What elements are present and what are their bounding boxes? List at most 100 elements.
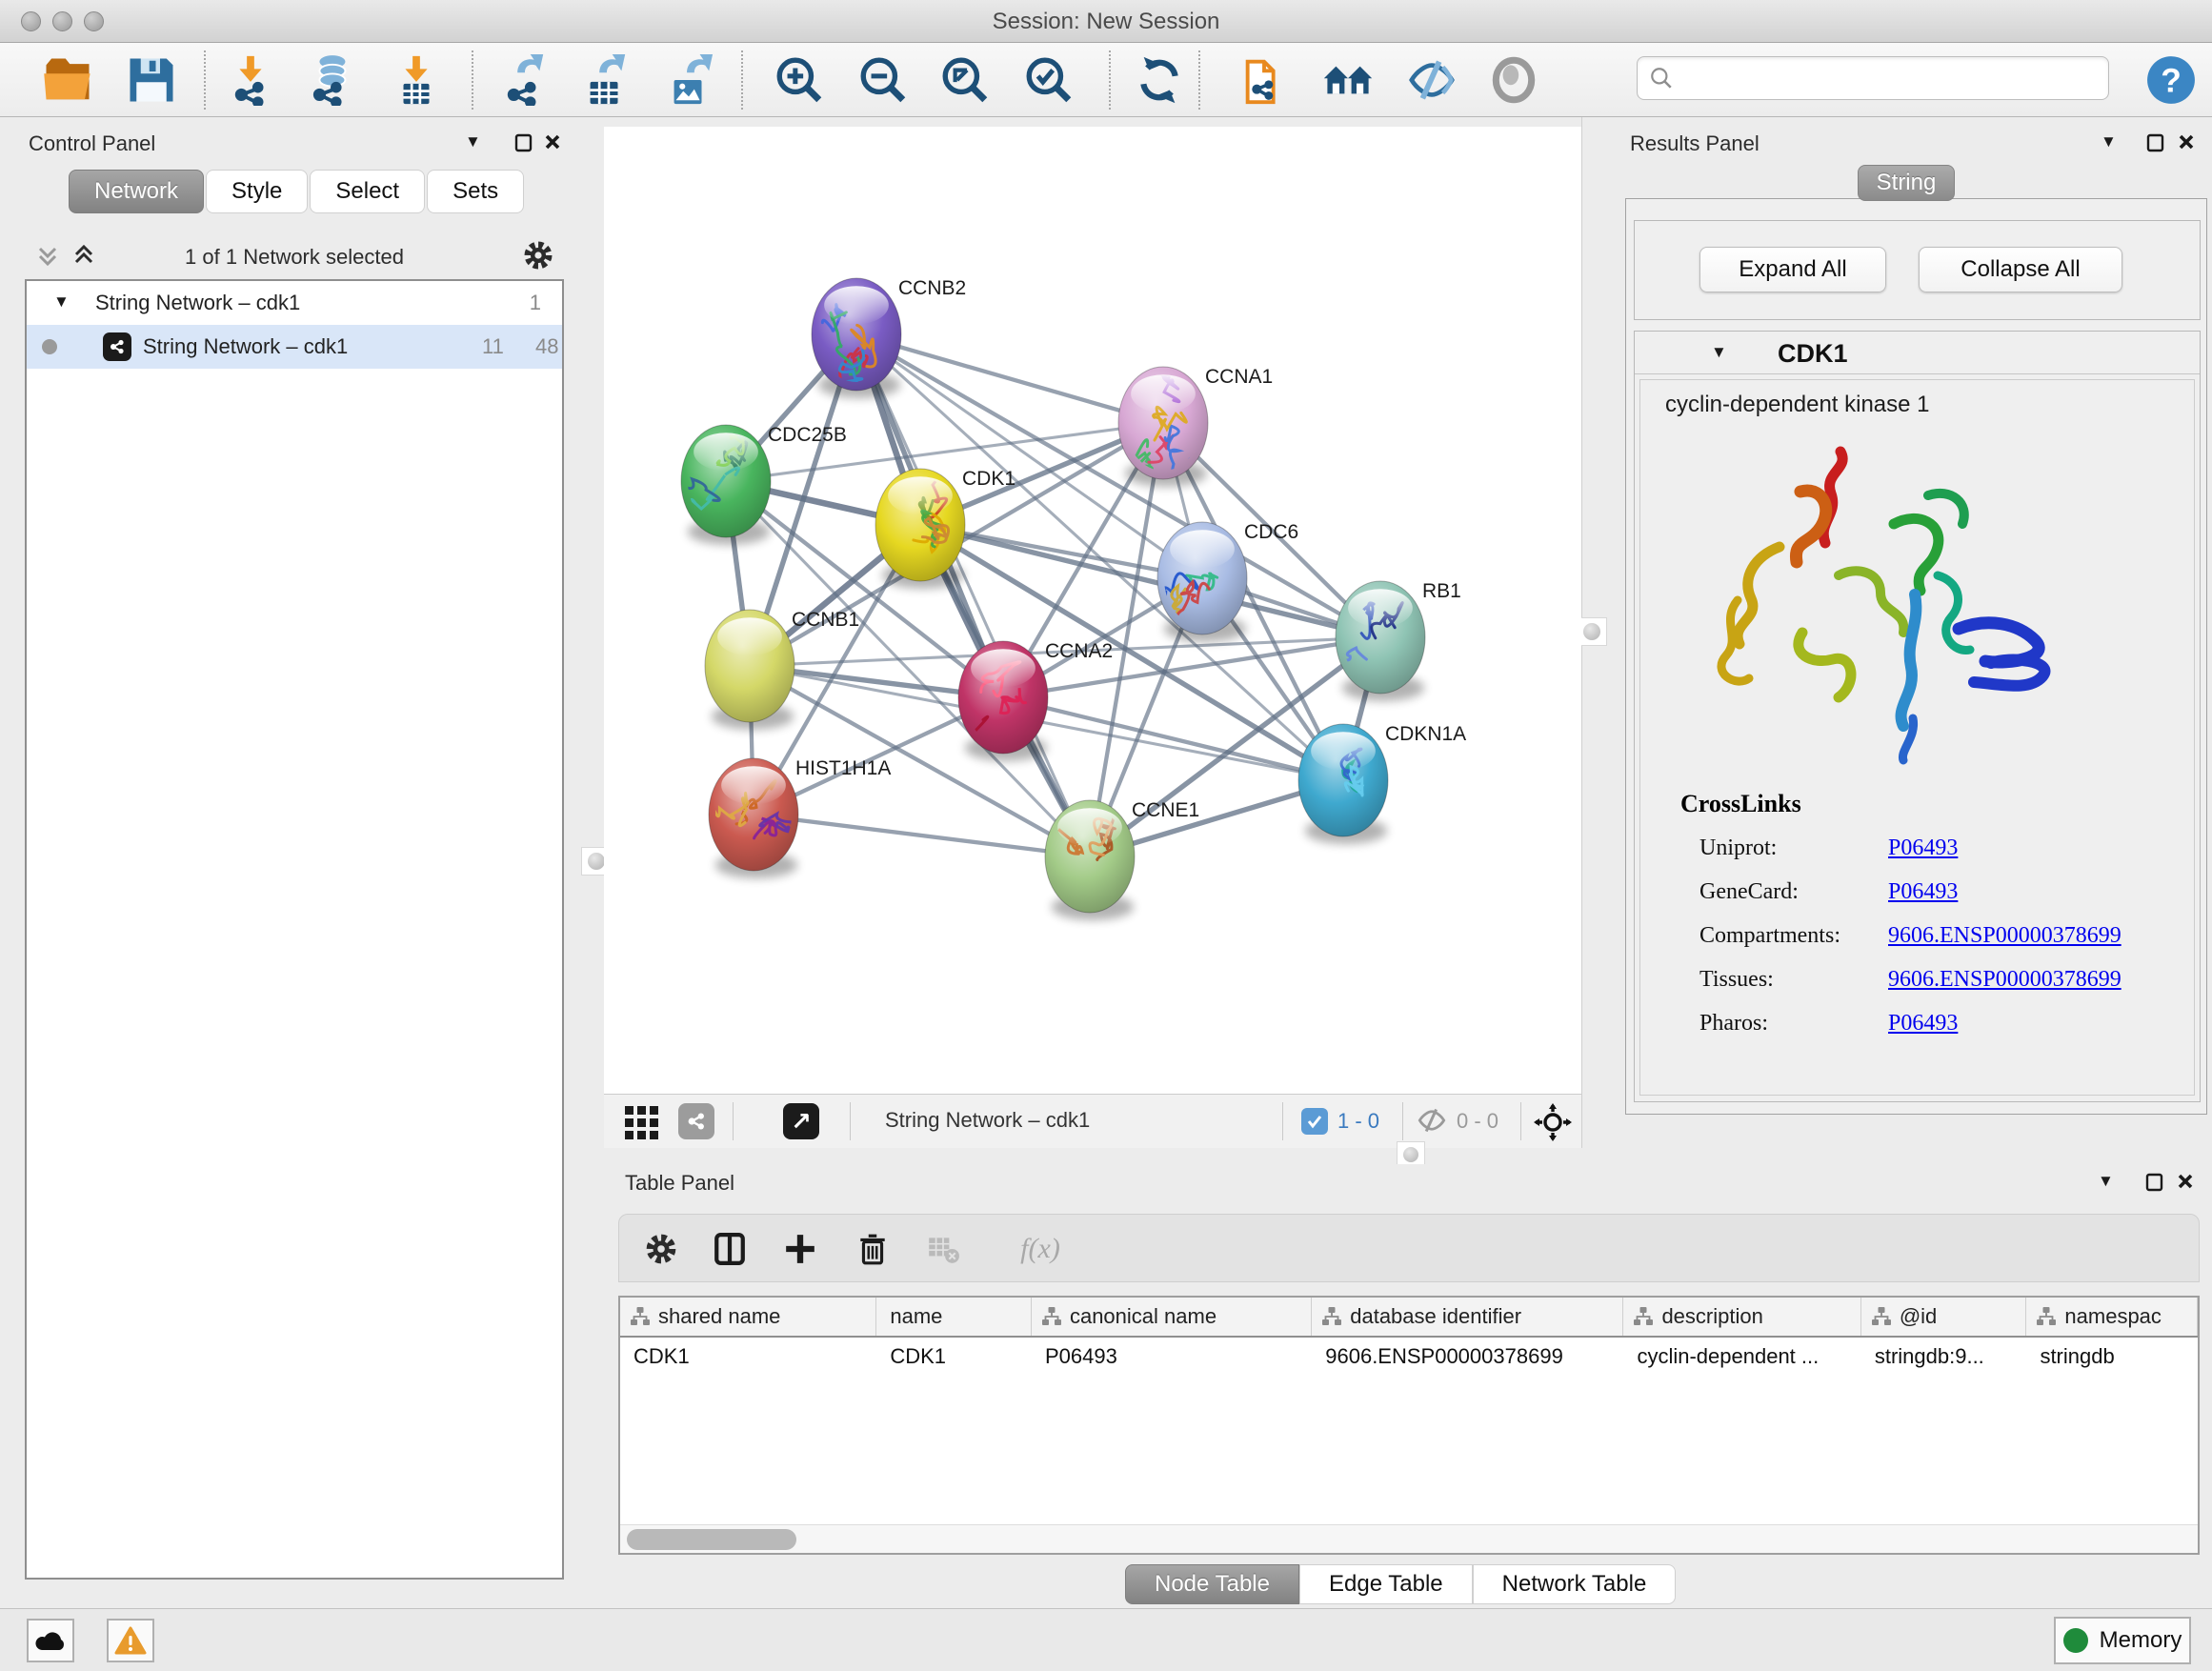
zoom-in-button[interactable] [770, 50, 829, 110]
tab-select[interactable]: Select [310, 170, 425, 213]
horizontal-splitter[interactable] [604, 1148, 2212, 1164]
table-cell[interactable]: stringdb:9... [1861, 1338, 2027, 1376]
birdseye-grid-icon[interactable] [625, 1106, 658, 1139]
open-session-button[interactable] [38, 50, 97, 110]
table-cell[interactable]: CDK1 [876, 1338, 1032, 1376]
control-panel-float-icon[interactable] [514, 132, 533, 158]
save-session-button[interactable] [122, 50, 181, 110]
column-header-namespac[interactable]: namespac [2026, 1298, 2198, 1336]
refresh-button[interactable] [1130, 50, 1189, 110]
network-canvas[interactable]: CCNB2CCNA1CDC25BCDK1CDC6RB1CCNB1CCNA2CDK… [604, 127, 1581, 1094]
warning-status-button[interactable] [107, 1619, 154, 1662]
control-panel-close-icon[interactable] [543, 132, 562, 157]
table-panel-close-icon[interactable] [2176, 1172, 2195, 1197]
gene-name: CDK1 [1778, 339, 1848, 369]
tab-edge-table[interactable]: Edge Table [1299, 1564, 1473, 1604]
tab-network[interactable]: Network [69, 170, 204, 213]
zoom-fit-button[interactable] [935, 50, 995, 110]
node-CDC25B[interactable]: CDC25B [662, 424, 847, 545]
string-view-badge-icon[interactable] [678, 1103, 714, 1139]
control-panel-menu-caret-icon[interactable]: ▼ [465, 132, 481, 151]
crosslink-value[interactable]: P06493 [1888, 879, 1958, 905]
show-columns-icon[interactable] [709, 1228, 751, 1270]
zoom-selected-button[interactable] [1019, 50, 1078, 110]
table-cell[interactable]: P06493 [1032, 1338, 1312, 1376]
crosslink-value[interactable]: 9606.ENSP00000378699 [1888, 923, 2122, 949]
network-graph[interactable]: CCNB2CCNA1CDC25BCDK1CDC6RB1CCNB1CCNA2CDK… [604, 127, 1581, 1094]
right-splitter[interactable] [1581, 117, 1622, 1148]
import-network-button[interactable] [221, 50, 280, 110]
table-row[interactable]: CDK1CDK1P064939606.ENSP00000378699cyclin… [620, 1338, 2198, 1376]
cloud-status-button[interactable] [27, 1619, 74, 1662]
import-database-button[interactable] [301, 50, 360, 110]
table-horizontal-scrollbar[interactable] [620, 1524, 2198, 1553]
table-gear-icon[interactable] [640, 1228, 682, 1270]
network-label: String Network – cdk1 [143, 334, 348, 359]
scrollbar-thumb[interactable] [627, 1529, 796, 1550]
expand-all-button[interactable]: Expand All [1699, 247, 1886, 292]
crosslink-value[interactable]: P06493 [1888, 836, 1958, 861]
column-header-shared-name[interactable]: shared name [620, 1298, 876, 1336]
network-collection-row[interactable]: ▼ String Network – cdk1 1 [27, 281, 562, 325]
column-header-name[interactable]: name [876, 1298, 1032, 1336]
search-input[interactable] [1681, 59, 2108, 97]
network-view-toolbar: ↗ String Network – cdk1 1 - 0 0 - 0 [604, 1094, 1581, 1148]
hidden-eye-icon[interactable] [1416, 1106, 1448, 1139]
results-panel-float-icon[interactable] [2146, 132, 2164, 158]
fit-crosshair-icon[interactable] [1534, 1103, 1572, 1146]
import-file-network-button[interactable] [1235, 50, 1294, 110]
table-cell[interactable]: CDK1 [620, 1338, 876, 1376]
node-HIST1H1A[interactable]: HIST1H1A [709, 757, 891, 878]
tab-network-table[interactable]: Network Table [1473, 1564, 1677, 1604]
export-table-button[interactable] [575, 50, 634, 110]
selected-nodes-checkbox-icon[interactable] [1301, 1108, 1328, 1135]
export-network-button[interactable] [493, 50, 553, 110]
tab-sets[interactable]: Sets [427, 170, 524, 213]
hide-panel-button[interactable] [1402, 50, 1461, 110]
crosslink-value[interactable]: 9606.ENSP00000378699 [1888, 967, 2122, 993]
gene-header-row[interactable]: ▼ CDK1 [1635, 332, 2200, 374]
table-panel-float-icon[interactable] [2145, 1172, 2163, 1198]
zoom-out-button[interactable] [854, 50, 913, 110]
collection-caret-icon[interactable]: ▼ [53, 292, 70, 312]
show-eye-button[interactable] [1484, 50, 1543, 110]
table-cell[interactable]: 9606.ENSP00000378699 [1312, 1338, 1623, 1376]
table-cell[interactable]: stringdb [2026, 1338, 2198, 1376]
tab-node-table[interactable]: Node Table [1125, 1564, 1299, 1604]
node-CCNA1[interactable]: CCNA1 [1118, 366, 1273, 487]
help-button[interactable]: ? [2142, 50, 2201, 110]
memory-button[interactable]: Memory [2054, 1617, 2191, 1664]
add-column-icon[interactable] [779, 1228, 821, 1270]
results-panel-close-icon[interactable] [2177, 132, 2196, 157]
network-options-gear-icon[interactable] [522, 239, 554, 276]
results-panel-menu-caret-icon[interactable]: ▼ [2101, 132, 2117, 151]
delete-column-icon[interactable] [852, 1228, 894, 1270]
edge-CCNB2-CCNA1[interactable] [856, 334, 1163, 423]
collapse-all-button[interactable]: Collapse All [1919, 247, 2122, 292]
import-table-button[interactable] [387, 50, 446, 110]
node-CCNB2[interactable]: CCNB2 [812, 277, 966, 398]
home-button[interactable] [1318, 50, 1377, 110]
column-header-@id[interactable]: @id [1861, 1298, 2027, 1336]
column-header-description[interactable]: description [1623, 1298, 1860, 1336]
column-header-database-identifier[interactable]: database identifier [1312, 1298, 1623, 1336]
node-CDC6[interactable]: CDC6 [1153, 521, 1298, 642]
edge-HIST1H1A-CCNE1[interactable] [754, 815, 1090, 856]
network-row[interactable]: String Network – cdk1 11 48 [27, 325, 562, 369]
left-splitter[interactable] [589, 117, 604, 1608]
edge-CCNB2-CCNE1[interactable] [856, 334, 1090, 856]
crosslink-row: Uniprot:P06493 [1699, 836, 2176, 879]
column-header-canonical-name[interactable]: canonical name [1032, 1298, 1312, 1336]
gene-collapse-caret-icon[interactable]: ▼ [1711, 343, 1727, 362]
open-in-new-window-icon[interactable]: ↗ [783, 1103, 819, 1139]
node-CCNA2[interactable]: CCNA2 [958, 640, 1113, 764]
tab-string[interactable]: String [1858, 165, 1955, 201]
export-image-button[interactable] [659, 50, 718, 110]
tab-style[interactable]: Style [206, 170, 308, 213]
node-CCNE1[interactable]: CCNE1 [1045, 799, 1199, 920]
crosslink-value[interactable]: P06493 [1888, 1011, 1958, 1037]
node-label-CCNA2: CCNA2 [1045, 640, 1113, 662]
table-panel-menu-caret-icon[interactable]: ▼ [2098, 1172, 2114, 1191]
node-CDKN1A[interactable]: CDKN1A [1298, 723, 1466, 844]
table-cell[interactable]: cyclin-dependent ... [1623, 1338, 1860, 1376]
